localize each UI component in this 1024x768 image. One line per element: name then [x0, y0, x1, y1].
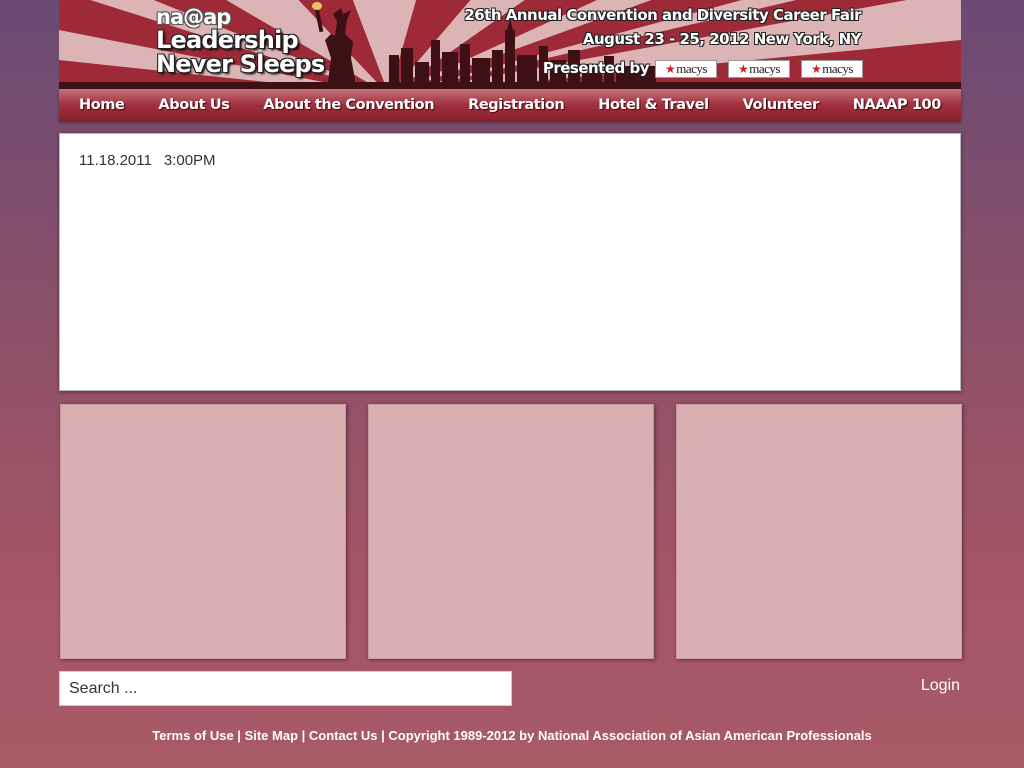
nav-volunteer[interactable]: Volunteer: [743, 97, 820, 113]
footer: Terms of Use | Site Map | Contact Us | C…: [152, 728, 872, 743]
sponsor-logo[interactable]: ★ macys: [801, 60, 863, 78]
nav-about-us[interactable]: About Us: [158, 97, 229, 113]
presented-by-label: Presented by: [542, 59, 650, 77]
sponsor-logos: ★ macys ★ macys ★ macys: [655, 60, 863, 78]
star-icon: ★: [811, 61, 822, 76]
header-banner: na@ap Leadership Never Sleeps 26th Annua…: [59, 0, 961, 90]
nav-hotel-travel[interactable]: Hotel & Travel: [598, 97, 709, 113]
footer-terms-link[interactable]: Terms of Use: [152, 728, 233, 743]
news-time: 3:00PM: [163, 152, 216, 169]
sponsor-logo[interactable]: ★ macys: [728, 60, 790, 78]
login-link[interactable]: Login: [921, 677, 960, 695]
news-date: 11.18.2011: [79, 152, 152, 169]
footer-copyright: Copyright 1989-2012 by National Associat…: [388, 728, 872, 743]
sponsor-logo[interactable]: ★ macys: [655, 60, 717, 78]
search-input[interactable]: [59, 671, 512, 706]
nav-naaap-100[interactable]: NAAAP 100: [853, 97, 942, 113]
sponsor-name: macys: [822, 61, 853, 76]
feature-panel-3: [676, 404, 962, 659]
feature-panel-1: [60, 404, 346, 659]
main-nav: Home About Us About the Convention Regis…: [59, 89, 961, 121]
star-icon: ★: [738, 61, 749, 76]
sponsor-name: macys: [676, 61, 707, 76]
footer-contact-link[interactable]: Contact Us: [309, 728, 378, 743]
feature-panel-2: [368, 404, 654, 659]
nav-home[interactable]: Home: [79, 97, 125, 113]
nav-registration[interactable]: Registration: [468, 97, 565, 113]
news-timestamp: 11.18.2011 3:00PM: [79, 152, 216, 169]
event-date: August 23 - 25, 2012 New York, NY: [582, 30, 862, 48]
sponsor-name: macys: [749, 61, 780, 76]
event-title: 26th Annual Convention and Diversity Car…: [464, 6, 861, 24]
star-icon: ★: [665, 61, 676, 76]
tagline: Leadership Never Sleeps: [156, 26, 325, 78]
nav-about-convention[interactable]: About the Convention: [263, 97, 434, 113]
tagline-line-2: Never Sleeps: [156, 50, 325, 78]
main-content: 11.18.2011 3:00PM: [59, 133, 961, 391]
footer-sitemap-link[interactable]: Site Map: [245, 728, 298, 743]
tagline-line-1: Leadership: [156, 26, 299, 54]
